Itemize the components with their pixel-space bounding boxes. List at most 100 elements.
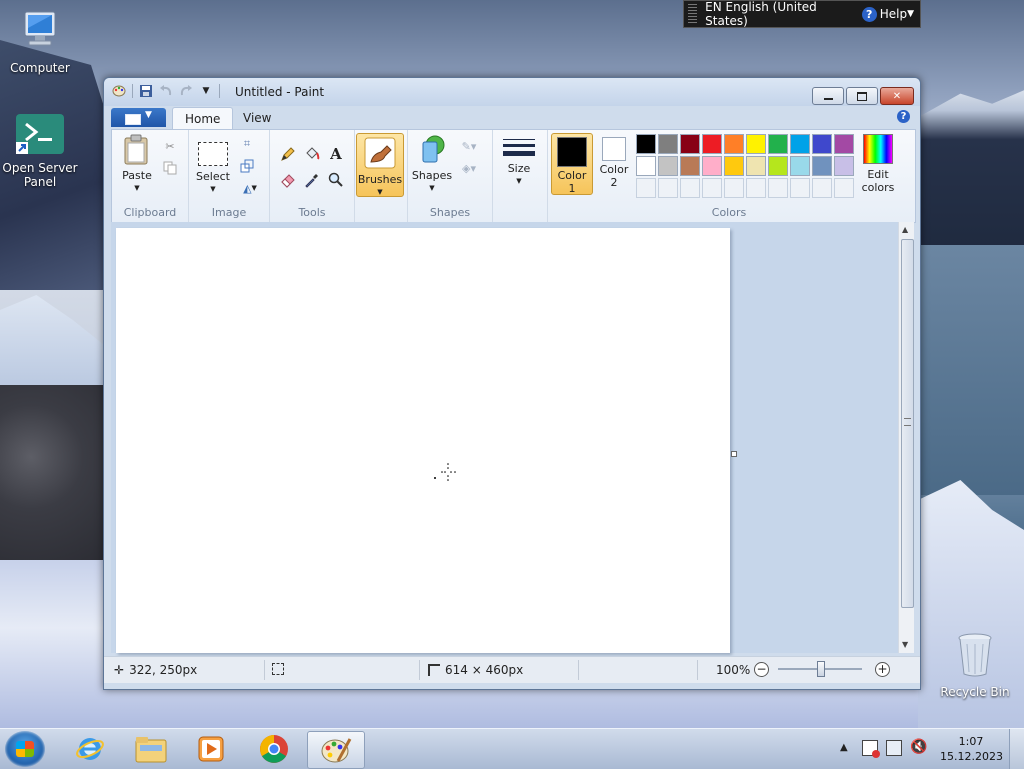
- custom-color-slot[interactable]: [768, 178, 788, 198]
- vertical-scrollbar[interactable]: ▲ ▼: [898, 222, 914, 653]
- outline-icon: ✎▾: [461, 139, 477, 153]
- custom-color-slot[interactable]: [746, 178, 766, 198]
- custom-color-slot[interactable]: [790, 178, 810, 198]
- grip-icon[interactable]: [688, 4, 698, 24]
- minimize-button[interactable]: [812, 87, 844, 105]
- paste-button[interactable]: Paste ▼: [116, 134, 158, 195]
- pencil-tool[interactable]: [278, 144, 298, 164]
- size-button[interactable]: Size ▼: [499, 136, 539, 188]
- palette-color-swatch[interactable]: [636, 156, 656, 176]
- custom-color-slot[interactable]: [724, 178, 744, 198]
- crop-button[interactable]: ⌗: [237, 134, 257, 154]
- zoom-in-button[interactable]: +: [875, 662, 890, 677]
- taskbar-media-player[interactable]: [183, 731, 239, 767]
- desktop-icon-computer[interactable]: Computer: [0, 8, 80, 75]
- copy-button[interactable]: [160, 158, 180, 178]
- customize-toolbar-icon[interactable]: ▼: [199, 84, 213, 98]
- undo-icon[interactable]: [159, 84, 173, 98]
- magnifier-tool[interactable]: [326, 170, 346, 190]
- palette-color-swatch[interactable]: [680, 156, 700, 176]
- custom-color-slot[interactable]: [834, 178, 854, 198]
- volume-muted-icon[interactable]: 🔇: [910, 739, 927, 755]
- palette-color-swatch[interactable]: [812, 156, 832, 176]
- brushes-label: Brushes: [357, 173, 403, 186]
- custom-color-slot[interactable]: [680, 178, 700, 198]
- taskbar-chrome[interactable]: [246, 731, 302, 767]
- desktop-icon-open-server-panel[interactable]: Open Server Panel: [0, 114, 80, 189]
- palette-color-swatch[interactable]: [680, 134, 700, 154]
- maximize-button[interactable]: [846, 87, 878, 105]
- palette-color-swatch[interactable]: [768, 156, 788, 176]
- scroll-up-icon[interactable]: ▲: [902, 225, 908, 234]
- outline-button[interactable]: ✎▾: [456, 136, 482, 156]
- color2-button[interactable]: Color 2: [594, 134, 634, 189]
- custom-color-slot[interactable]: [702, 178, 722, 198]
- drawing-canvas[interactable]: [116, 228, 730, 653]
- eraser-tool[interactable]: [278, 170, 298, 190]
- palette-color-swatch[interactable]: [834, 134, 854, 154]
- tab-home[interactable]: Home: [172, 107, 234, 130]
- palette-color-swatch[interactable]: [746, 156, 766, 176]
- help-icon[interactable]: ?: [897, 110, 910, 123]
- color-picker-tool[interactable]: [302, 170, 322, 190]
- zoom-out-button[interactable]: −: [754, 662, 769, 677]
- paint-menu-button[interactable]: ▼: [111, 108, 166, 127]
- canvas-workspace[interactable]: [111, 222, 904, 653]
- paint-window[interactable]: ▼ Untitled - Paint ✕ ▼ Home View ? Paste…: [103, 77, 921, 690]
- palette-color-swatch[interactable]: [768, 134, 788, 154]
- help-button[interactable]: ? Help: [861, 6, 907, 22]
- taskbar-ie[interactable]: [62, 731, 118, 767]
- palette-color-swatch[interactable]: [636, 134, 656, 154]
- palette-color-swatch[interactable]: [724, 156, 744, 176]
- chevron-down-icon[interactable]: ▼: [907, 9, 914, 19]
- network-icon[interactable]: [886, 740, 902, 756]
- select-button[interactable]: Select ▼: [193, 134, 233, 196]
- taskbar-explorer[interactable]: [123, 731, 179, 767]
- fill-tool[interactable]: [302, 144, 322, 164]
- close-button[interactable]: ✕: [880, 87, 914, 105]
- text-tool[interactable]: A: [326, 144, 346, 164]
- save-icon[interactable]: [139, 84, 153, 98]
- line-size-icon: [503, 139, 535, 156]
- palette-color-swatch[interactable]: [724, 134, 744, 154]
- palette-color-swatch[interactable]: [834, 156, 854, 176]
- palette-color-swatch[interactable]: [658, 156, 678, 176]
- shapes-button[interactable]: Shapes ▼: [410, 134, 454, 195]
- taskbar-paint[interactable]: [307, 731, 365, 769]
- tab-view[interactable]: View: [231, 107, 283, 129]
- palette-color-swatch[interactable]: [790, 134, 810, 154]
- palette-color-swatch[interactable]: [702, 134, 722, 154]
- resize-handle[interactable]: [731, 451, 737, 457]
- custom-color-slot[interactable]: [636, 178, 656, 198]
- palette-color-swatch[interactable]: [790, 156, 810, 176]
- rotate-button[interactable]: ◭ ▼: [237, 178, 263, 198]
- start-button[interactable]: [5, 731, 45, 767]
- palette-color-swatch[interactable]: [812, 134, 832, 154]
- palette-color-swatch[interactable]: [658, 134, 678, 154]
- color1-button[interactable]: Color 1: [551, 133, 593, 195]
- action-center-icon[interactable]: [862, 740, 880, 758]
- zoom-slider-thumb[interactable]: [817, 661, 825, 677]
- brushes-button[interactable]: Brushes ▼: [356, 133, 404, 197]
- resize-button[interactable]: [237, 156, 257, 176]
- desktop-icon-recycle-bin[interactable]: Recycle Bin: [935, 632, 1015, 699]
- title-bar[interactable]: ▼ Untitled - Paint ✕: [104, 78, 920, 106]
- clock[interactable]: 1:07 15.12.2023: [940, 734, 1003, 764]
- scroll-down-icon[interactable]: ▼: [902, 640, 908, 649]
- custom-color-slot[interactable]: [658, 178, 678, 198]
- language-bar[interactable]: EN English (United States) ? Help ▼: [683, 0, 921, 28]
- shape-fill-button[interactable]: ◈▾: [456, 158, 482, 178]
- scrollbar-thumb[interactable]: [901, 239, 914, 608]
- color2-label: Color 2: [599, 163, 629, 189]
- shapes-label: Shapes: [411, 169, 453, 182]
- redo-icon[interactable]: [179, 84, 193, 98]
- paint-app-icon[interactable]: [112, 84, 126, 98]
- edit-colors-button[interactable]: Edit colors: [856, 134, 900, 194]
- language-indicator[interactable]: EN English (United States): [705, 0, 850, 28]
- palette-color-swatch[interactable]: [702, 156, 722, 176]
- palette-color-swatch[interactable]: [746, 134, 766, 154]
- cut-button[interactable]: ✂: [160, 136, 180, 156]
- show-desktop-button[interactable]: [1009, 729, 1024, 769]
- tray-expand-icon[interactable]: ▲: [840, 742, 848, 753]
- custom-color-slot[interactable]: [812, 178, 832, 198]
